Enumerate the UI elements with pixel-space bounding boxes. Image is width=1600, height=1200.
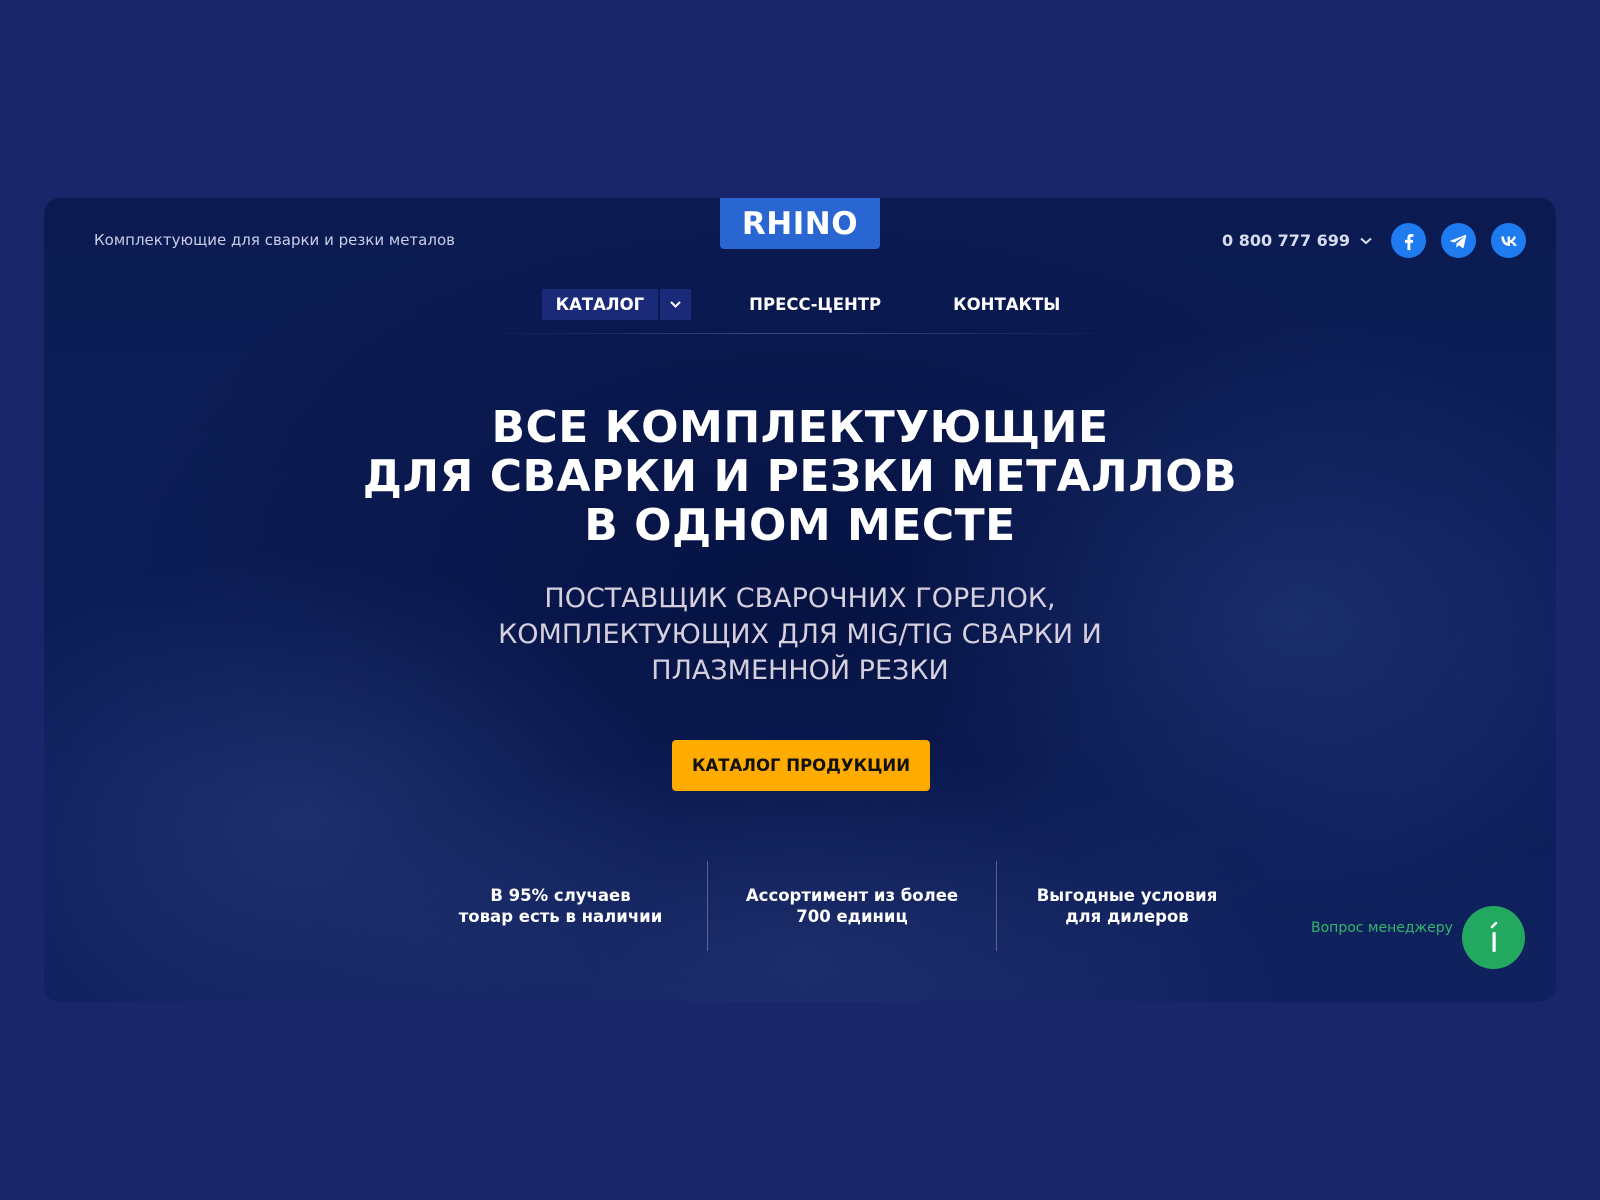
feature-text: Выгодные условия [1036, 886, 1218, 905]
subheadline-line: КОМПЛЕКТУЮЩИХ ДЛЯ MIG/TIG СВАРКИ И [498, 619, 1102, 650]
phone-number[interactable]: 0 800 777 699 [1222, 231, 1350, 250]
headline-line: В ОДНОМ МЕСТЕ [584, 500, 1016, 551]
logo[interactable]: RHINO [720, 198, 880, 249]
feature-text: для дилеров [1065, 907, 1189, 926]
feature-text: 700 единиц [796, 907, 908, 926]
ask-manager-button[interactable] [1462, 906, 1525, 969]
hero-headline: ВСЕ КОМПЛЕКТУЮЩИЕ ДЛЯ СВАРКИ И РЕЗКИ МЕТ… [44, 403, 1556, 550]
feature-item: В 95% случаев товар есть в наличии [414, 861, 707, 951]
feature-text: В 95% случаев [490, 886, 631, 905]
chevron-down-icon [1360, 237, 1372, 244]
features-row: В 95% случаев товар есть в наличии Ассор… [414, 861, 1257, 951]
main-nav: КАТАЛОГ ПРЕСС-ЦЕНТР КОНТАКТЫ [44, 289, 1556, 320]
nav-item-press-center[interactable]: ПРЕСС-ЦЕНТР [749, 295, 881, 314]
catalog-cta-button[interactable]: КАТАЛОГ ПРОДУКЦИИ [672, 740, 930, 791]
headline-line: ДЛЯ СВАРКИ И РЕЗКИ МЕТАЛЛОВ [362, 451, 1238, 502]
feature-text: Ассортимент из более [745, 886, 959, 905]
info-icon [1490, 921, 1497, 952]
social-links [1391, 223, 1526, 258]
phone-dropdown[interactable]: 0 800 777 699 [1222, 231, 1372, 250]
subheadline-line: ПЛАЗМЕННОЙ РЕЗКИ [651, 655, 949, 686]
hero-subheadline: ПОСТАВЩИК СВАРОЧНИХ ГОРЕЛОК, КОМПЛЕКТУЮЩ… [44, 581, 1556, 689]
nav-divider [474, 333, 1124, 334]
site-tagline: Комплектующие для сварки и резки металов [94, 231, 455, 249]
headline-line: ВСЕ КОМПЛЕКТУЮЩИЕ [491, 402, 1109, 453]
vk-icon[interactable] [1491, 223, 1526, 258]
feature-item: Ассортимент из более 700 единиц [708, 861, 996, 951]
subheadline-line: ПОСТАВЩИК СВАРОЧНИХ ГОРЕЛОК, [544, 583, 1056, 614]
chevron-down-icon[interactable] [660, 289, 692, 320]
telegram-icon[interactable] [1441, 223, 1476, 258]
nav-item-catalog-label[interactable]: КАТАЛОГ [541, 289, 659, 320]
feature-item: Выгодные условия для дилеров [997, 861, 1257, 951]
nav-item-catalog[interactable]: КАТАЛОГ [541, 289, 692, 320]
ask-manager-label[interactable]: Вопрос менеджеру [1311, 920, 1453, 936]
hero-banner: Комплектующие для сварки и резки металов… [44, 198, 1556, 1002]
nav-item-contacts[interactable]: КОНТАКТЫ [953, 295, 1060, 314]
facebook-icon[interactable] [1391, 223, 1426, 258]
feature-text: товар есть в наличии [458, 907, 663, 926]
